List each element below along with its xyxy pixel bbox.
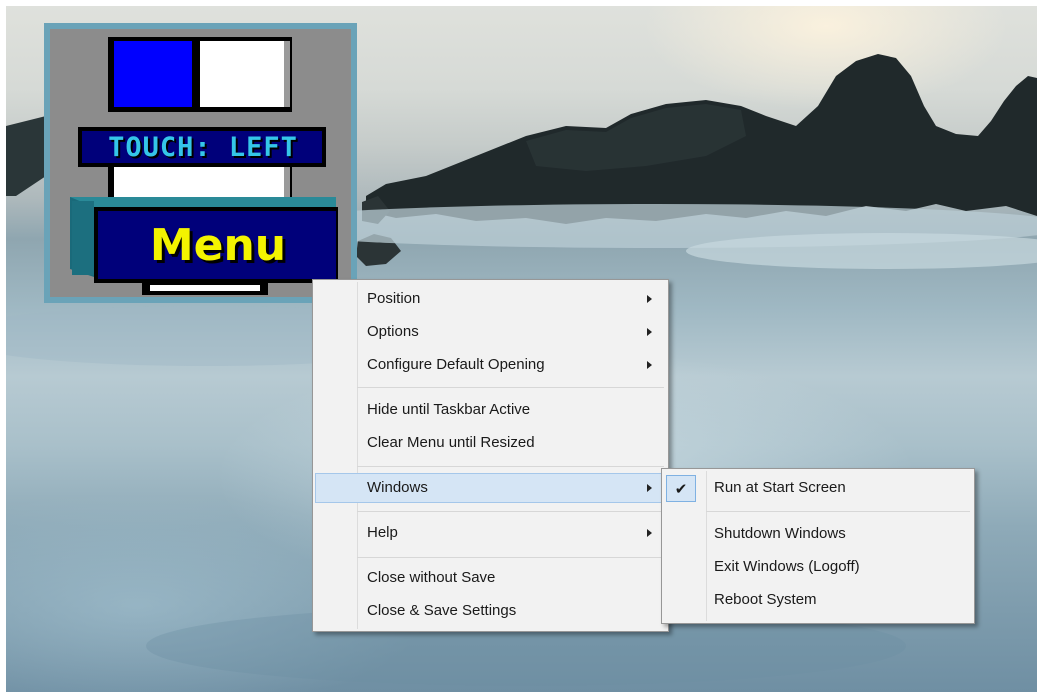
menu-item-label: Windows <box>367 479 428 496</box>
menu-item-label: Position <box>367 290 421 307</box>
touch-mode-label: TOUCH: LEFT <box>108 131 298 163</box>
menu-separator <box>706 511 970 512</box>
menu-separator <box>357 557 664 558</box>
menu-item-label: Help <box>367 524 398 541</box>
submenu-arrow-icon <box>647 328 652 336</box>
menu-item-label: Hide until Taskbar Active <box>367 401 531 418</box>
submenu-arrow-icon <box>647 361 652 369</box>
menu-item-position[interactable]: Position <box>315 284 666 314</box>
floppy-widget-surface: TOUCH: LEFT Menu <box>50 29 351 297</box>
menu-item-label: Shutdown Windows <box>714 525 846 542</box>
checkmark-icon: ✔ <box>666 475 696 502</box>
main-context-menu: Position Options Configure Default Openi… <box>312 279 669 632</box>
menu-item-configure-default-opening[interactable]: Configure Default Opening <box>315 350 666 380</box>
menu-item-label: Configure Default Opening <box>367 356 545 373</box>
menu-separator <box>357 466 664 467</box>
menu-item-label: Options <box>367 323 419 340</box>
windows-submenu: ✔ Run at Start Screen Shutdown Windows E… <box>661 468 975 624</box>
submenu-item-reboot-system[interactable]: Reboot System <box>664 585 972 615</box>
submenu-arrow-icon <box>647 529 652 537</box>
menu-item-clear-menu-until-resized[interactable]: Clear Menu until Resized <box>315 428 666 458</box>
menu-separator <box>357 387 664 388</box>
menu-item-label: Reboot System <box>714 591 817 608</box>
submenu-item-exit-windows-logoff[interactable]: Exit Windows (Logoff) <box>664 552 972 582</box>
menu-item-help[interactable]: Help <box>315 518 666 548</box>
menu-separator <box>357 511 664 512</box>
submenu-arrow-icon <box>647 295 652 303</box>
menu-button-label[interactable]: Menu <box>102 215 334 275</box>
menu-item-label: Clear Menu until Resized <box>367 434 535 451</box>
menu-item-hide-until-taskbar-active[interactable]: Hide until Taskbar Active <box>315 395 666 425</box>
menu-item-close-without-save[interactable]: Close without Save <box>315 563 666 593</box>
submenu-item-run-at-start-screen[interactable]: ✔ Run at Start Screen <box>664 473 972 504</box>
menu-item-label: Exit Windows (Logoff) <box>714 558 860 575</box>
menu-item-close-and-save-settings[interactable]: Close & Save Settings <box>315 596 666 626</box>
floppy-menu-widget[interactable]: TOUCH: LEFT Menu <box>44 23 357 303</box>
menu-item-label: Run at Start Screen <box>714 479 846 496</box>
menu-item-windows[interactable]: Windows <box>315 473 666 503</box>
menu-item-options[interactable]: Options <box>315 317 666 347</box>
submenu-arrow-icon <box>647 484 652 492</box>
menu-item-label: Close & Save Settings <box>367 602 517 619</box>
menu-item-label: Close without Save <box>367 569 496 586</box>
submenu-item-shutdown-windows[interactable]: Shutdown Windows <box>664 519 972 549</box>
